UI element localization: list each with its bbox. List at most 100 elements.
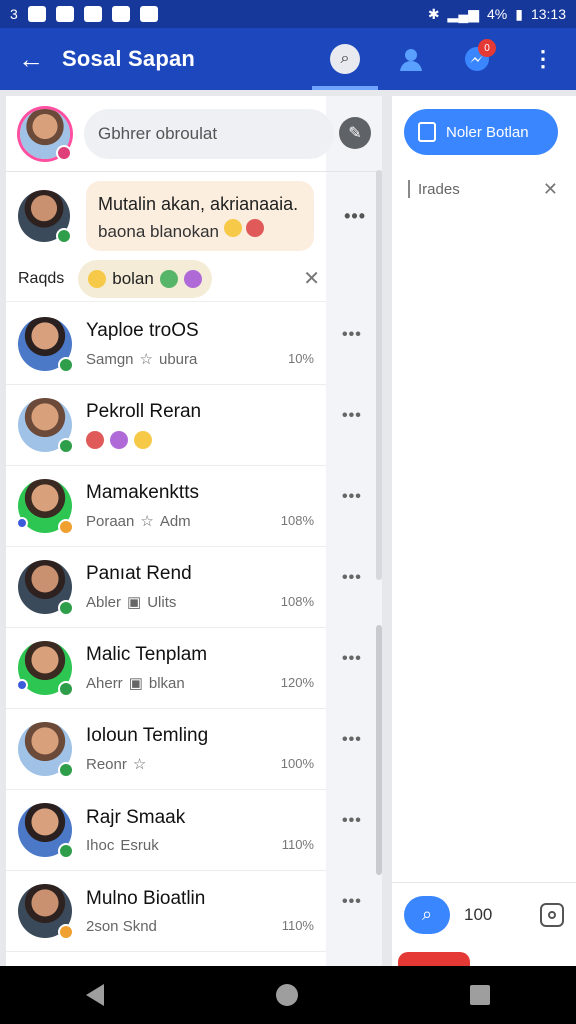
overflow-menu-button[interactable]: ⋮ xyxy=(510,28,576,90)
avatar[interactable] xyxy=(18,190,72,244)
star-icon: ☆ xyxy=(139,351,153,368)
contact-name: Panıat Rend xyxy=(86,563,192,584)
tab-profile[interactable] xyxy=(378,28,444,90)
back-arrow-icon[interactable]: ← xyxy=(0,28,62,90)
star-icon: ☆ xyxy=(140,513,154,530)
status-bar: 3 ✱ ▂▄▆ 4% ▮ 13:13 xyxy=(0,0,576,28)
more-horiz-icon[interactable]: ••• xyxy=(342,731,362,749)
signal-icon: ▂▄▆ xyxy=(447,5,479,22)
online-icon xyxy=(58,600,74,616)
row-percentage: 110% xyxy=(281,918,314,933)
list-item[interactable]: Mulno Bioatlin 2son Sknd 110% ••• xyxy=(6,871,361,952)
preview-text-2: blkan xyxy=(148,674,185,692)
ring-icon xyxy=(139,6,158,22)
filter-field[interactable]: Irades ✕ xyxy=(408,176,558,202)
avatar xyxy=(18,317,74,373)
close-icon[interactable]: ✕ xyxy=(543,179,558,200)
list-item[interactable]: Malic Tenplam Aherr ▣ blkan 120% ••• xyxy=(6,628,361,709)
composer-input[interactable]: Gbhrer obroulat xyxy=(84,108,334,159)
row-percentage: 120% xyxy=(280,675,314,690)
list-item[interactable]: Panıat Rend Abler ▣ Ulits 108% ••• xyxy=(6,547,361,628)
list-item[interactable]: Ioloun Temling Reonr ☆ 100% ••• xyxy=(6,709,361,790)
row-percentage: 110% xyxy=(281,837,314,852)
nav-home-icon[interactable] xyxy=(276,984,298,1006)
contact-name: Pekroll Reran xyxy=(86,401,202,422)
emoji-icon xyxy=(86,431,104,449)
list-item[interactable]: Yaploe troOS Samgn ☆ ubura 10% ••• xyxy=(6,304,361,385)
battery-text: 4% xyxy=(487,6,508,22)
more-horiz-icon[interactable]: ••• xyxy=(342,650,362,668)
battery-icon: ▮ xyxy=(515,5,523,22)
list-item[interactable]: Pekroll Reran ••• xyxy=(6,385,361,466)
search-icon: ⌕ xyxy=(421,904,433,924)
reaction-chip-label: bolan xyxy=(112,268,154,288)
reaction-label: Raqds xyxy=(18,269,65,287)
emoji-icon xyxy=(183,269,202,288)
contact-name: Malic Tenplam xyxy=(86,644,208,665)
message-line-1: Mutalin akan, akrianaaia. xyxy=(98,194,299,214)
reaction-chip[interactable]: bolan xyxy=(78,259,212,298)
emoji-icon xyxy=(110,431,128,449)
new-button[interactable]: Noler Botlan xyxy=(404,109,558,155)
list-item[interactable]: Rajr Smaak Ihoc Esruk 110% ••• xyxy=(6,790,361,871)
side-panel: Noler Botlan Irades ✕ ⌕ 100 xyxy=(392,96,576,972)
more-horiz-icon[interactable]: ••• xyxy=(342,488,362,506)
preview-text-2: Esruk xyxy=(120,836,159,854)
message-bubble[interactable]: Mutalin akan, akrianaaia. baona blanokan xyxy=(86,181,314,251)
gift-icon: ▣ xyxy=(128,675,143,692)
status-left-text: 3 xyxy=(10,6,18,22)
status-dot-icon xyxy=(56,144,72,161)
clock: 13:13 xyxy=(530,6,566,22)
more-horiz-icon[interactable]: ••• xyxy=(342,326,362,344)
preview-text: 2son Sknd xyxy=(86,917,157,935)
more-horiz-icon[interactable]: ••• xyxy=(342,407,362,425)
preview-text: Reonr xyxy=(86,755,127,773)
row-percentage: 100% xyxy=(280,756,314,771)
edit-icon[interactable]: ✎ xyxy=(339,117,371,149)
contact-name: Mulno Bioatlin xyxy=(86,887,206,909)
scrollbar[interactable] xyxy=(376,170,382,580)
preview-text: Poraan xyxy=(86,512,135,530)
row-percentage: 108% xyxy=(280,513,314,528)
instagram-icon xyxy=(83,6,102,22)
notification-badge: 0 xyxy=(478,39,496,57)
avatar[interactable] xyxy=(20,108,72,161)
search-icon: ⌕ xyxy=(330,44,360,74)
scrollbar-thumb[interactable] xyxy=(376,625,382,875)
list-item[interactable]: Mamakenktts Poraan ☆ Adm 108% ••• xyxy=(6,466,361,547)
online-icon xyxy=(58,681,74,697)
row-percentage: 10% xyxy=(287,351,314,366)
row-percentage: 108% xyxy=(280,594,314,609)
more-horiz-icon[interactable]: ••• xyxy=(342,569,362,587)
reaction-bar: Raqds bolan ✕ xyxy=(6,256,326,302)
preview-text-2: ubura xyxy=(158,350,198,368)
text-cursor xyxy=(408,180,410,198)
preview-text: Ihoc xyxy=(86,836,115,854)
gallery-icon xyxy=(55,6,74,22)
emoji-icon xyxy=(223,219,242,237)
contact-name: Ioloun Temling xyxy=(86,725,209,746)
featured-message[interactable]: Mutalin akan, akrianaaia. baona blanokan… xyxy=(6,174,382,258)
emoji-icon xyxy=(134,431,152,449)
nav-back-icon[interactable] xyxy=(86,984,104,1006)
message-line-2: baona blanokan xyxy=(98,222,220,241)
messenger-badge-icon xyxy=(16,679,28,691)
tab-search[interactable]: ⌕ xyxy=(312,28,378,90)
camera-icon[interactable] xyxy=(540,902,564,927)
emoji-icon xyxy=(159,269,178,288)
more-horiz-icon[interactable]: ••• xyxy=(344,206,366,227)
search-button[interactable]: ⌕ xyxy=(404,895,450,934)
person-icon xyxy=(400,49,422,71)
online-icon xyxy=(58,357,74,373)
conversation-panel: Gbhrer obroulat ✎ Mutalin akan, akrianaa… xyxy=(6,96,382,966)
preview-text: Samgn xyxy=(86,350,134,368)
more-horiz-icon[interactable]: ••• xyxy=(342,893,362,911)
close-icon[interactable]: ✕ xyxy=(303,266,320,291)
nav-recents-icon[interactable] xyxy=(470,985,490,1005)
preview-text: Aherr xyxy=(86,674,123,692)
gift-icon: ▣ xyxy=(127,594,142,611)
tab-messages[interactable]: 0 xyxy=(444,28,510,90)
status-dot-icon xyxy=(58,924,74,940)
more-horiz-icon[interactable]: ••• xyxy=(342,812,362,830)
avatar xyxy=(16,479,74,535)
